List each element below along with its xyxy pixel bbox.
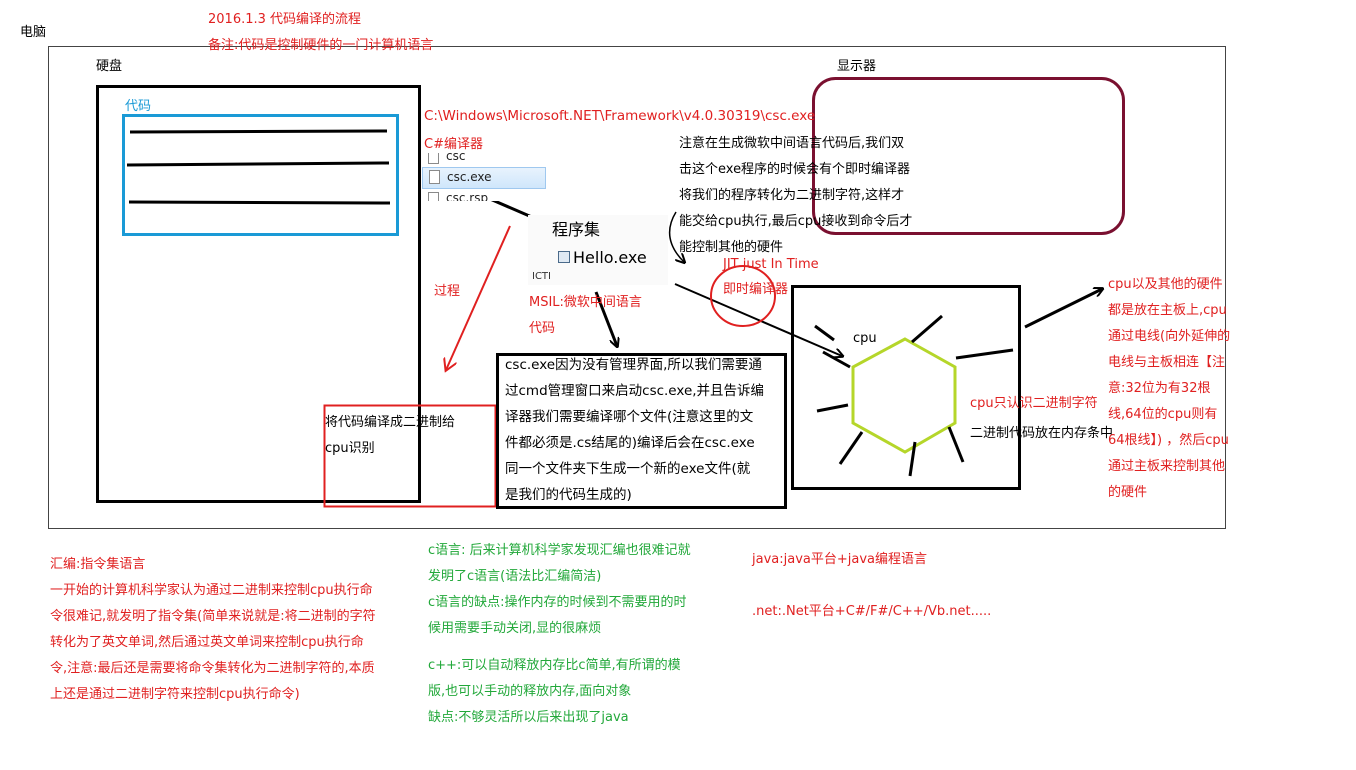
cpu-pin — [911, 314, 943, 344]
jit-note-line: 将我们的程序转化为二进制字符,这样才 — [679, 188, 905, 203]
cpp-line: 缺点:不够灵活所以后来出现了java — [428, 710, 629, 725]
cpp-line: c++:可以自动释放内存比c简单,有所谓的模 — [428, 658, 681, 673]
cpu-hardware-line: 电线与主板相连【注 — [1108, 355, 1226, 370]
code-line-2 — [126, 161, 390, 167]
assembly-sub: ICTI — [532, 271, 551, 282]
dotnet-note: .net:.Net平台+C#/F#/C++/Vb.net..... — [752, 604, 992, 619]
binary-memory-label: 二进制代码放在内存条中 — [970, 426, 1114, 441]
jit-note-line: 能控制其他的硬件 — [679, 240, 784, 255]
csc-note-line: csc.exe因为没有管理界面,所以我们需要通 — [505, 357, 762, 373]
cpu-label: cpu — [853, 331, 877, 346]
cpu-hardware-note: cpu以及其他的硬件 都是放在主板上,cpu 通过电线(向外延伸的 电线与主板相… — [1108, 272, 1230, 506]
jit-note-line: 能交给cpu执行,最后cpu接收到命令后才 — [679, 214, 913, 229]
computer-label: 电脑 — [20, 25, 47, 40]
arrow-cpu-to-board — [1024, 289, 1102, 329]
cpu-pin — [955, 348, 1014, 360]
cpu-hardware-line: 都是放在主板上,cpu — [1108, 303, 1227, 318]
c-line: c语言的缺点:操作内存的时候到不需要用的时 — [428, 595, 687, 610]
c-line: c语言: 后来计算机科学家发现汇编也很难记就 — [428, 543, 691, 558]
cpu-hardware-line: 意:32位为有32根 — [1108, 381, 1211, 396]
cpu-hardware-line: 通过主板来控制其他 — [1108, 459, 1226, 474]
cpu-hardware-line: 的硬件 — [1108, 485, 1148, 500]
assembly-line: 一开始的计算机科学家认为通过二进制来控制cpu执行命 — [50, 583, 373, 598]
cpu-pin — [947, 426, 965, 463]
compile-note-line: 将代码编译成二进制给 — [325, 415, 456, 430]
msil-label-2: 代码 — [529, 321, 556, 336]
code-line-1 — [129, 129, 388, 134]
compile-note-line: cpu识别 — [325, 441, 375, 456]
page-note: 备注:代码是控制硬件的一门计算机语言 — [208, 38, 434, 53]
exe-icon — [558, 251, 570, 263]
c-line: 候用需要手动关闭,显的很麻烦 — [428, 621, 602, 636]
explorer-item-label: csc.exe — [447, 170, 492, 184]
assembly-line: 令很难记,就发明了指令集(简单来说就是:将二进制的字符 — [50, 609, 376, 624]
assembly-line: 汇编:指令集语言 — [50, 557, 146, 572]
cpu-pin — [816, 403, 849, 413]
csharp-compiler-label: C#编译器 — [424, 137, 483, 152]
cpp-line: 版,也可以手动的释放内存,面向对象 — [428, 684, 632, 699]
explorer-item-label: csc.rsp — [446, 191, 489, 201]
jit-label-2: 即时编译器 — [723, 282, 789, 297]
msil-label-1: MSIL:微软中间语言 — [529, 295, 642, 310]
assembly-snippet: 程序集 Hello.exe ICTI — [528, 215, 668, 285]
java-note: java:java平台+java编程语言 — [752, 552, 927, 567]
assembly-line: 转化为了英文单词,然后通过英文单词来控制cpu执行命 — [50, 635, 364, 650]
cpu-binary-label: cpu只认识二进制字符 — [970, 396, 1098, 411]
c-language-note: c语言: 后来计算机科学家发现汇编也很难记就 发明了c语言(语法比汇编简洁) c… — [428, 538, 691, 642]
csc-note: csc.exe因为没有管理界面,所以我们需要通 过cmd管理窗口来启动csc.e… — [505, 352, 764, 508]
harddisk-label: 硬盘 — [96, 59, 123, 74]
compile-note: 将代码编译成二进制给 cpu识别 — [325, 410, 455, 462]
cpu-hardware-line: 通过电线(向外延伸的 — [1108, 329, 1231, 344]
monitor-label: 显示器 — [837, 59, 877, 74]
cpu-hardware-line: 64根线】) ，然后cpu — [1108, 433, 1229, 448]
csc-path: C:\Windows\Microsoft.NET\Framework\v4.0.… — [424, 108, 816, 124]
explorer-item: csc.rsp — [422, 189, 546, 201]
file-icon — [429, 170, 440, 184]
explorer-item-selected[interactable]: csc.exe — [422, 167, 546, 189]
diagram-canvas: csc csc.exe csc.rsp 程序集 Hello.exe ICTI 2… — [0, 0, 1356, 770]
assembly-language-note: 汇编:指令集语言 一开始的计算机科学家认为通过二进制来控制cpu执行命 令很难记… — [50, 552, 376, 708]
file-icon — [428, 192, 439, 201]
page-title: 2016.1.3 代码编译的流程 — [208, 12, 362, 27]
cpp-language-note: c++:可以自动释放内存比c简单,有所谓的模 版,也可以手动的释放内存,面向对象… — [428, 653, 681, 731]
csc-note-line: 过cmd管理窗口来启动csc.exe,并且告诉编 — [505, 383, 765, 399]
assembly-line: 上还是通过二进制字符来控制cpu执行命令) — [50, 687, 300, 702]
file-explorer-snippet: csc csc.exe csc.rsp — [422, 153, 546, 201]
assembly-file: Hello.exe — [573, 248, 647, 267]
assembly-title: 程序集 — [552, 220, 601, 239]
cpu-hardware-line: 线,64位的cpu则有 — [1108, 407, 1218, 422]
csc-note-line: 译器我们需要编译哪个文件(注意这里的文 — [505, 409, 754, 425]
jit-note-line: 击这个exe程序的时候会有个即时编译器 — [679, 162, 911, 177]
jit-note-line: 注意在生成微软中间语言代码后,我们双 — [679, 136, 905, 151]
csc-note-line: 是我们的代码生成的) — [505, 487, 632, 503]
cpu-pin — [838, 431, 864, 465]
cpu-hexagon — [851, 337, 957, 454]
cpu-box — [791, 285, 1021, 490]
cpu-hardware-line: cpu以及其他的硬件 — [1108, 277, 1223, 292]
code-line-3 — [128, 200, 391, 205]
c-line: 发明了c语言(语法比汇编简洁) — [428, 569, 602, 584]
csc-note-line: 件都必须是.cs结尾的)编译后会在csc.exe — [505, 435, 755, 451]
assembly-line: 令,注意:最后还是需要将命令集转化为二进制字符的,本质 — [50, 661, 375, 676]
process-label: 过程 — [434, 284, 461, 299]
cpu-pin — [814, 324, 835, 342]
csc-note-line: 同一个文件夹下生成一个新的exe文件(就 — [505, 461, 751, 477]
code-label: 代码 — [125, 99, 152, 114]
jit-note: 注意在生成微软中间语言代码后,我们双 击这个exe程序的时候会有个即时编译器 将… — [679, 131, 912, 261]
